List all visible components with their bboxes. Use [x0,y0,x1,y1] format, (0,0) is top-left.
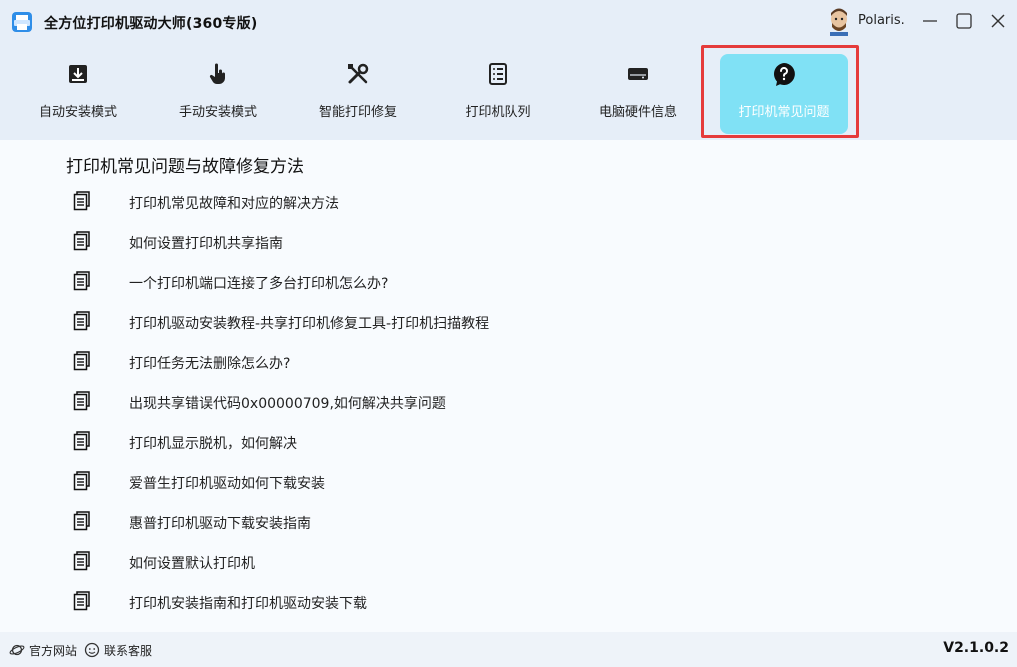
faq-item-title: 惠普打印机驱动下载安装指南 [129,516,311,532]
hard-drive-icon [628,68,648,80]
document-icon [73,271,90,291]
tab-auto-install[interactable]: 自动安装模式 [14,54,142,134]
document-icon [73,431,90,451]
faq-item-title: 出现共享错误代码0x00000709,如何解决共享问题 [129,396,446,412]
avatar[interactable] [826,6,852,36]
faq-item[interactable]: 如何设置默认打印机 [72,550,772,576]
faq-item-title: 打印机驱动安装教程-共享打印机修复工具-打印机扫描教程 [129,316,490,332]
faq-item-title: 一个打印机端口连接了多台打印机怎么办? [129,276,389,292]
tab-printer-queue[interactable]: 打印机队列 [434,54,562,134]
username[interactable]: Polaris. [858,13,905,28]
support-label: 联系客服 [104,644,153,658]
document-icon [73,551,90,571]
faq-item[interactable]: 打印任务无法删除怎么办? [72,350,772,376]
planet-icon [9,644,25,656]
app-title: 全方位打印机驱动大师(360专版) [44,16,258,32]
minimize-icon [923,20,937,22]
section-title: 打印机常见问题与故障修复方法 [66,157,304,177]
document-icon [73,391,90,411]
main-toolbar: 自动安装模式 手动安装模式 智能打印修复 打印机队列 电脑硬件信息 打印机常见问… [0,44,1017,140]
faq-item[interactable]: 打印机常见故障和对应的解决方法 [72,190,772,216]
faq-item-title: 打印机常见故障和对应的解决方法 [129,196,339,212]
faq-item-title: 如何设置打印机共享指南 [129,236,283,252]
faq-item-title: 打印任务无法删除怎么办? [129,356,291,372]
title-bar: 全方位打印机驱动大师(360专版) Polaris. [0,0,1017,44]
tab-label: 电脑硬件信息 [598,105,677,120]
hand-pointer-icon [209,63,225,84]
faq-item-title: 如何设置默认打印机 [129,556,255,572]
minimize-button[interactable] [915,6,945,36]
faq-item-title: 打印机安装指南和打印机驱动安装下载 [129,596,367,612]
app-logo-icon [12,12,32,32]
highlight-box [701,45,859,138]
support-icon [84,642,100,658]
tab-label: 智能打印修复 [318,105,397,120]
document-icon [73,471,90,491]
faq-item[interactable]: 惠普打印机驱动下载安装指南 [72,510,772,536]
faq-item-title: 打印机显示脱机，如何解决 [129,436,297,452]
version-label: V2.1.0.2 [943,640,1009,656]
close-icon [991,14,1005,28]
document-icon [73,351,90,371]
document-icon [73,511,90,531]
faq-item[interactable]: 爱普生打印机驱动如何下载安装 [72,470,772,496]
maximize-button[interactable] [949,6,979,36]
wrench-screwdriver-icon [348,63,369,84]
official-site-label: 官方网站 [29,644,78,658]
faq-item[interactable]: 打印机安装指南和打印机驱动安装下载 [72,590,772,616]
tab-manual-install[interactable]: 手动安装模式 [154,54,282,134]
document-icon [73,591,90,611]
faq-item[interactable]: 打印机显示脱机，如何解决 [72,430,772,456]
support-link[interactable]: 联系客服 [84,642,164,658]
faq-item[interactable]: 一个打印机端口连接了多台打印机怎么办? [72,270,772,296]
faq-item-title: 爱普生打印机驱动如何下载安装 [129,476,325,492]
faq-item[interactable]: 如何设置打印机共享指南 [72,230,772,256]
status-bar: 官方网站 联系客服 V2.1.0.2 [0,632,1017,667]
document-icon [73,311,90,331]
document-icon [73,191,90,211]
tab-label: 手动安装模式 [178,105,257,120]
tab-hardware-info[interactable]: 电脑硬件信息 [574,54,702,134]
official-site-link[interactable]: 官方网站 [9,642,89,658]
tab-label: 自动安装模式 [38,105,117,120]
faq-item[interactable]: 打印机驱动安装教程-共享打印机修复工具-打印机扫描教程 [72,310,772,336]
list-icon [489,63,507,85]
tab-smart-repair[interactable]: 智能打印修复 [294,54,422,134]
faq-item[interactable]: 出现共享错误代码0x00000709,如何解决共享问题 [72,390,772,416]
tab-label: 打印机队列 [465,105,531,120]
maximize-icon [956,13,972,29]
faq-panel: 打印机常见问题与故障修复方法 打印机常见故障和对应的解决方法 如何设置打印机共享指… [0,140,1017,632]
download-icon [69,65,87,83]
document-icon [73,231,90,251]
close-button[interactable] [983,6,1013,36]
